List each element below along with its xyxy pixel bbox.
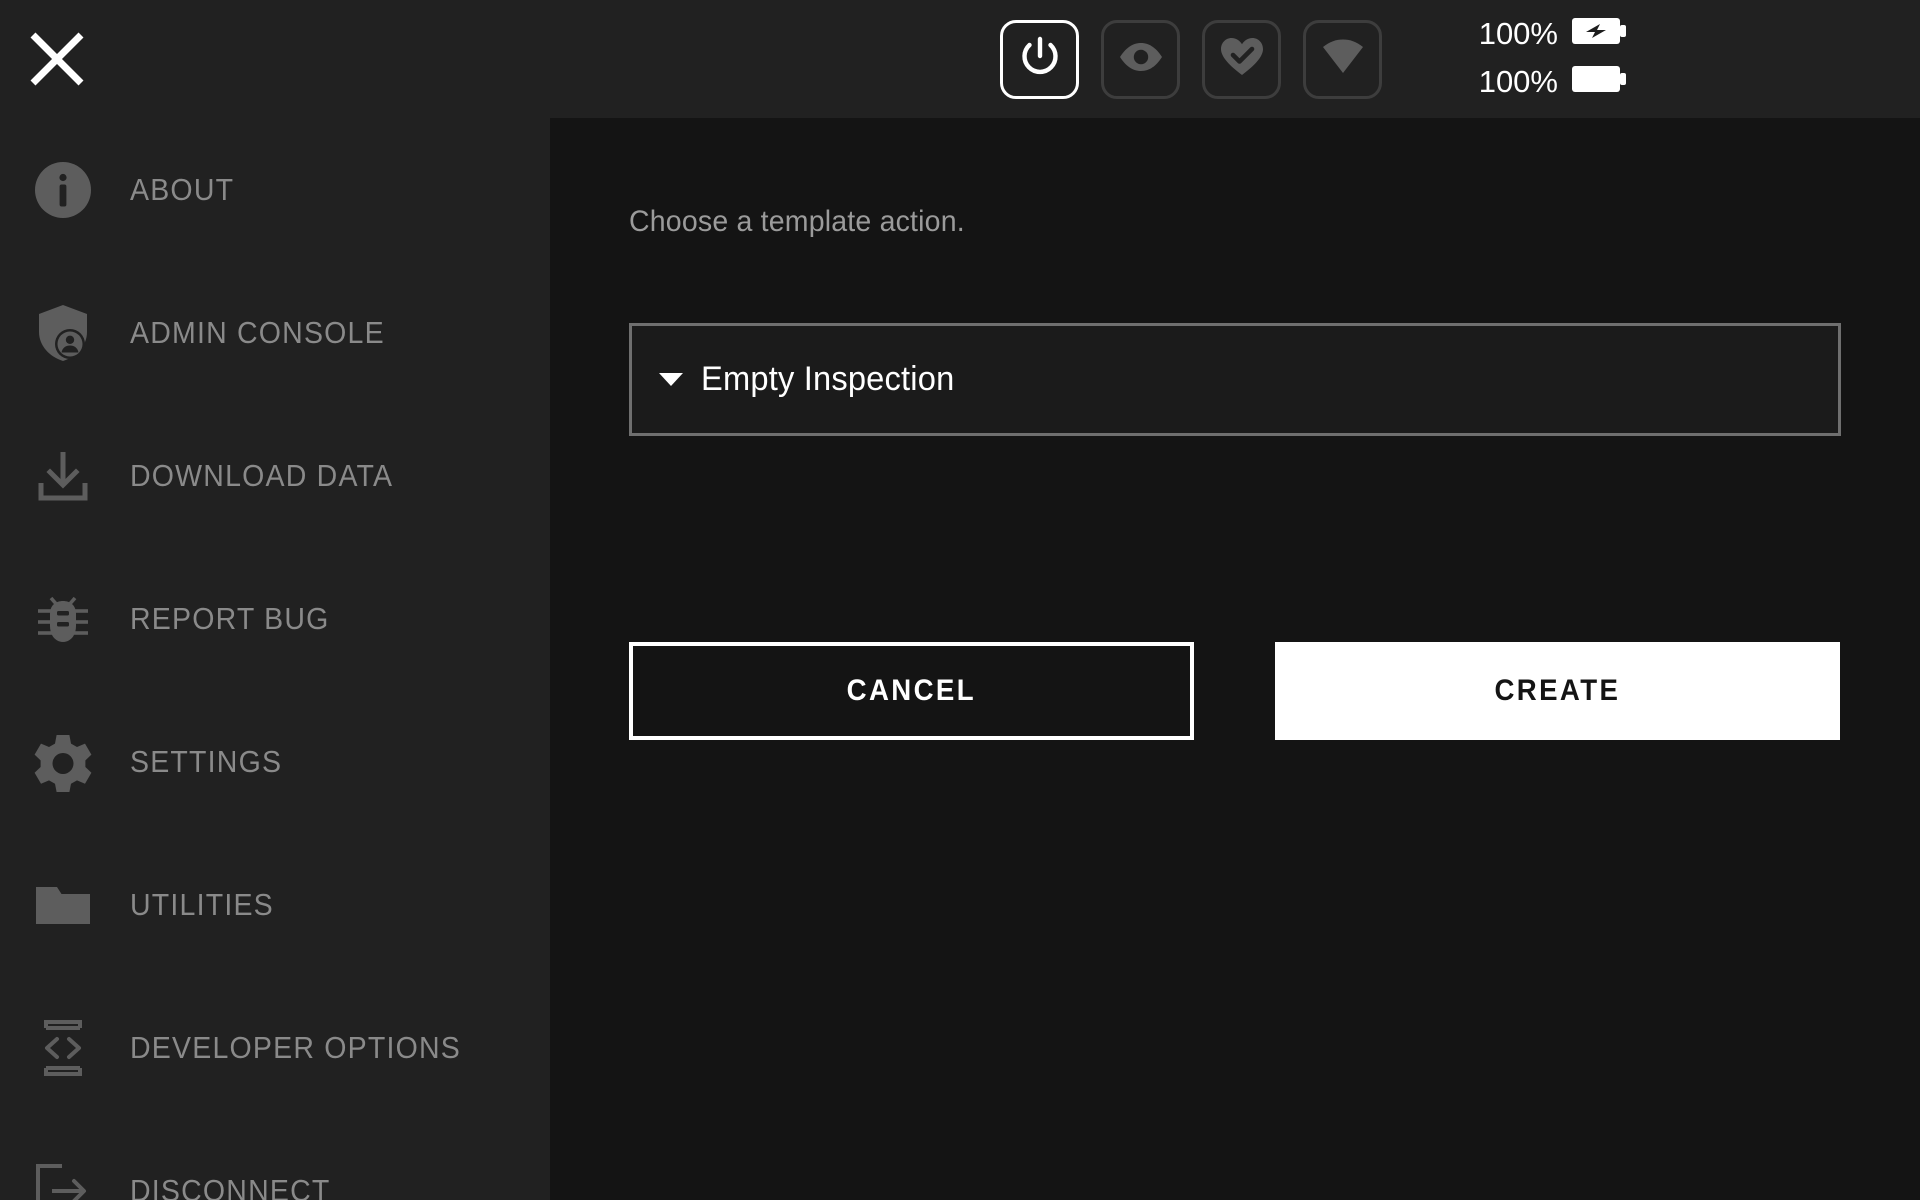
- sidebar-item-label: SETTINGS: [130, 743, 283, 779]
- battery-full-row: 100%: [1470, 61, 1628, 101]
- sidebar-item-label: ADMIN CONSOLE: [130, 314, 385, 350]
- sidebar-item-utilities[interactable]: UTILITIES: [0, 833, 550, 976]
- cancel-button-label: CANCEL: [846, 674, 977, 707]
- close-icon: [27, 29, 87, 89]
- close-button[interactable]: [18, 20, 96, 98]
- template-action-prompt: Choose a template action.: [629, 205, 965, 238]
- app-header: 100% 100%: [0, 0, 1920, 118]
- health-status-button[interactable]: [1202, 20, 1281, 99]
- visibility-button[interactable]: [1101, 20, 1180, 99]
- logout-icon: [18, 1160, 108, 1200]
- wifi-button[interactable]: [1303, 20, 1382, 99]
- sidebar-item-settings[interactable]: SETTINGS: [0, 690, 550, 833]
- download-icon: [18, 445, 108, 507]
- eye-icon: [1117, 33, 1165, 86]
- sidebar-item-label: DISCONNECT: [130, 1172, 331, 1200]
- sidebar-item-disconnect[interactable]: DISCONNECT: [0, 1119, 550, 1200]
- battery-charging-icon: [1572, 16, 1628, 51]
- sidebar-item-download-data[interactable]: DOWNLOAD DATA: [0, 404, 550, 547]
- sidebar-nav: ABOUT ADMIN CONSOLE DOWNLOAD DATA REPORT…: [0, 118, 550, 1200]
- heart-check-icon: [1219, 34, 1265, 85]
- code-brackets-icon: [18, 1017, 108, 1079]
- main-content: Choose a template action. Empty Inspecti…: [550, 118, 1920, 1200]
- template-select-dropdown[interactable]: Empty Inspection: [629, 323, 1841, 436]
- sidebar-item-admin-console[interactable]: ADMIN CONSOLE: [0, 261, 550, 404]
- template-select-value: Empty Inspection: [701, 360, 955, 398]
- chevron-down-icon: [659, 373, 683, 386]
- gear-icon: [18, 731, 108, 793]
- battery-charging-row: 100%: [1470, 13, 1628, 53]
- bug-icon: [18, 588, 108, 650]
- status-icon-group: [1000, 20, 1382, 99]
- power-icon: [1017, 34, 1063, 85]
- wifi-icon: [1320, 34, 1366, 85]
- create-button-label: CREATE: [1494, 674, 1621, 707]
- battery-full-percent: 100%: [1478, 63, 1558, 99]
- shield-person-icon: [18, 302, 108, 364]
- sidebar-item-label: UTILITIES: [130, 886, 274, 922]
- sidebar-item-label: DEVELOPER OPTIONS: [130, 1029, 461, 1065]
- battery-full-icon: [1572, 64, 1628, 99]
- sidebar-item-label: DOWNLOAD DATA: [130, 457, 394, 493]
- folder-icon: [18, 874, 108, 936]
- battery-status-group: 100% 100%: [1470, 13, 1628, 101]
- power-button[interactable]: [1000, 20, 1079, 99]
- sidebar-item-label: REPORT BUG: [130, 600, 330, 636]
- info-icon: [18, 159, 108, 221]
- cancel-button[interactable]: CANCEL: [629, 642, 1194, 740]
- sidebar-item-about[interactable]: ABOUT: [0, 118, 550, 261]
- create-button[interactable]: CREATE: [1275, 642, 1840, 740]
- sidebar-item-developer-options[interactable]: DEVELOPER OPTIONS: [0, 976, 550, 1119]
- sidebar-item-label: ABOUT: [130, 171, 235, 207]
- sidebar-item-report-bug[interactable]: REPORT BUG: [0, 547, 550, 690]
- battery-charging-percent: 100%: [1478, 15, 1558, 51]
